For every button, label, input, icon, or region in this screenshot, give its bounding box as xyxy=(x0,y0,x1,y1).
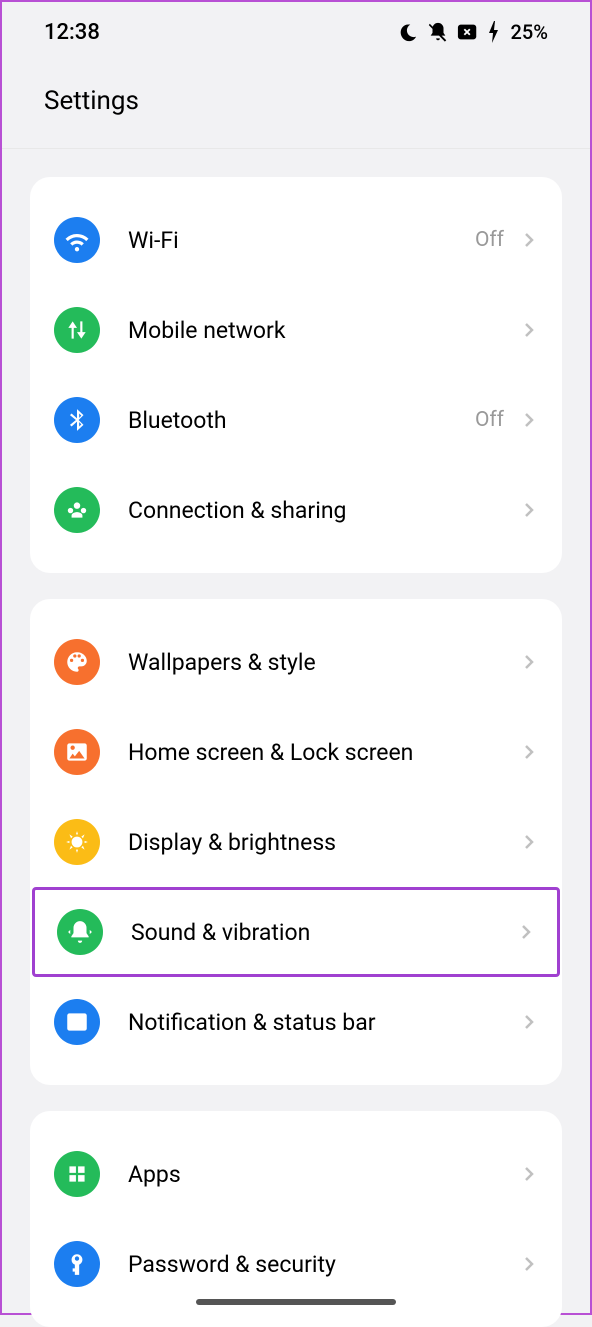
chevron-right-icon xyxy=(520,501,538,519)
settings-item-mobile-network[interactable]: Mobile network xyxy=(30,285,562,375)
password-label: Password & security xyxy=(128,1251,520,1278)
chevron-right-icon xyxy=(520,653,538,671)
status-time: 12:38 xyxy=(44,20,100,45)
chevron-right-icon xyxy=(520,1165,538,1183)
settings-item-notification[interactable]: Notification & status bar xyxy=(30,977,562,1067)
settings-group-system: Apps Password & security xyxy=(30,1111,562,1327)
battery-percentage: 25% xyxy=(511,20,548,44)
settings-item-sound[interactable]: Sound & vibration xyxy=(32,887,560,977)
chevron-right-icon xyxy=(517,923,535,941)
notification-label: Notification & status bar xyxy=(128,1009,520,1036)
chevron-right-icon xyxy=(520,1013,538,1031)
chevron-right-icon xyxy=(520,743,538,761)
chevron-right-icon xyxy=(520,833,538,851)
chevron-right-icon xyxy=(520,231,538,249)
display-label: Display & brightness xyxy=(128,829,520,856)
settings-item-home-lock[interactable]: Home screen & Lock screen xyxy=(30,707,562,797)
mobile-network-label: Mobile network xyxy=(128,317,520,344)
bell-icon xyxy=(57,909,103,955)
chevron-right-icon xyxy=(520,411,538,429)
mobile-network-icon xyxy=(54,307,100,353)
moon-icon xyxy=(399,22,419,42)
page-title: Settings xyxy=(44,86,548,116)
bluetooth-icon xyxy=(54,397,100,443)
settings-item-display[interactable]: Display & brightness xyxy=(30,797,562,887)
bluetooth-value: Off xyxy=(475,408,504,432)
bell-off-icon xyxy=(427,21,449,43)
home-lock-label: Home screen & Lock screen xyxy=(128,739,520,766)
status-bar: 12:38 25% xyxy=(2,2,590,58)
connection-sharing-label: Connection & sharing xyxy=(128,497,520,524)
settings-item-wifi[interactable]: Wi-Fi Off xyxy=(30,195,562,285)
palette-icon xyxy=(54,639,100,685)
sound-label: Sound & vibration xyxy=(131,919,517,946)
charging-icon xyxy=(487,21,501,43)
chevron-right-icon xyxy=(520,1255,538,1273)
settings-group-display: Wallpapers & style Home screen & Lock sc… xyxy=(30,599,562,1085)
key-icon xyxy=(54,1241,100,1287)
settings-item-password[interactable]: Password & security xyxy=(30,1219,562,1309)
page-header: Settings xyxy=(2,58,590,149)
settings-item-bluetooth[interactable]: Bluetooth Off xyxy=(30,375,562,465)
wallpapers-label: Wallpapers & style xyxy=(128,649,520,676)
bluetooth-label: Bluetooth xyxy=(128,407,475,434)
notification-icon xyxy=(54,999,100,1045)
status-icons: 25% xyxy=(399,20,548,44)
chevron-right-icon xyxy=(520,321,538,339)
home-indicator[interactable] xyxy=(196,1299,396,1305)
apps-label: Apps xyxy=(128,1161,520,1188)
sharing-icon xyxy=(54,487,100,533)
sun-icon xyxy=(54,819,100,865)
battery-saver-icon xyxy=(457,23,479,41)
wifi-label: Wi-Fi xyxy=(128,227,475,254)
settings-item-apps[interactable]: Apps xyxy=(30,1129,562,1219)
settings-group-network: Wi-Fi Off Mobile network Bluetooth Off C… xyxy=(30,177,562,573)
wifi-icon xyxy=(54,217,100,263)
settings-content: Wi-Fi Off Mobile network Bluetooth Off C… xyxy=(2,149,590,1327)
settings-item-wallpapers[interactable]: Wallpapers & style xyxy=(30,617,562,707)
wifi-value: Off xyxy=(475,228,504,252)
settings-item-connection-sharing[interactable]: Connection & sharing xyxy=(30,465,562,555)
apps-icon xyxy=(54,1151,100,1197)
image-icon xyxy=(54,729,100,775)
